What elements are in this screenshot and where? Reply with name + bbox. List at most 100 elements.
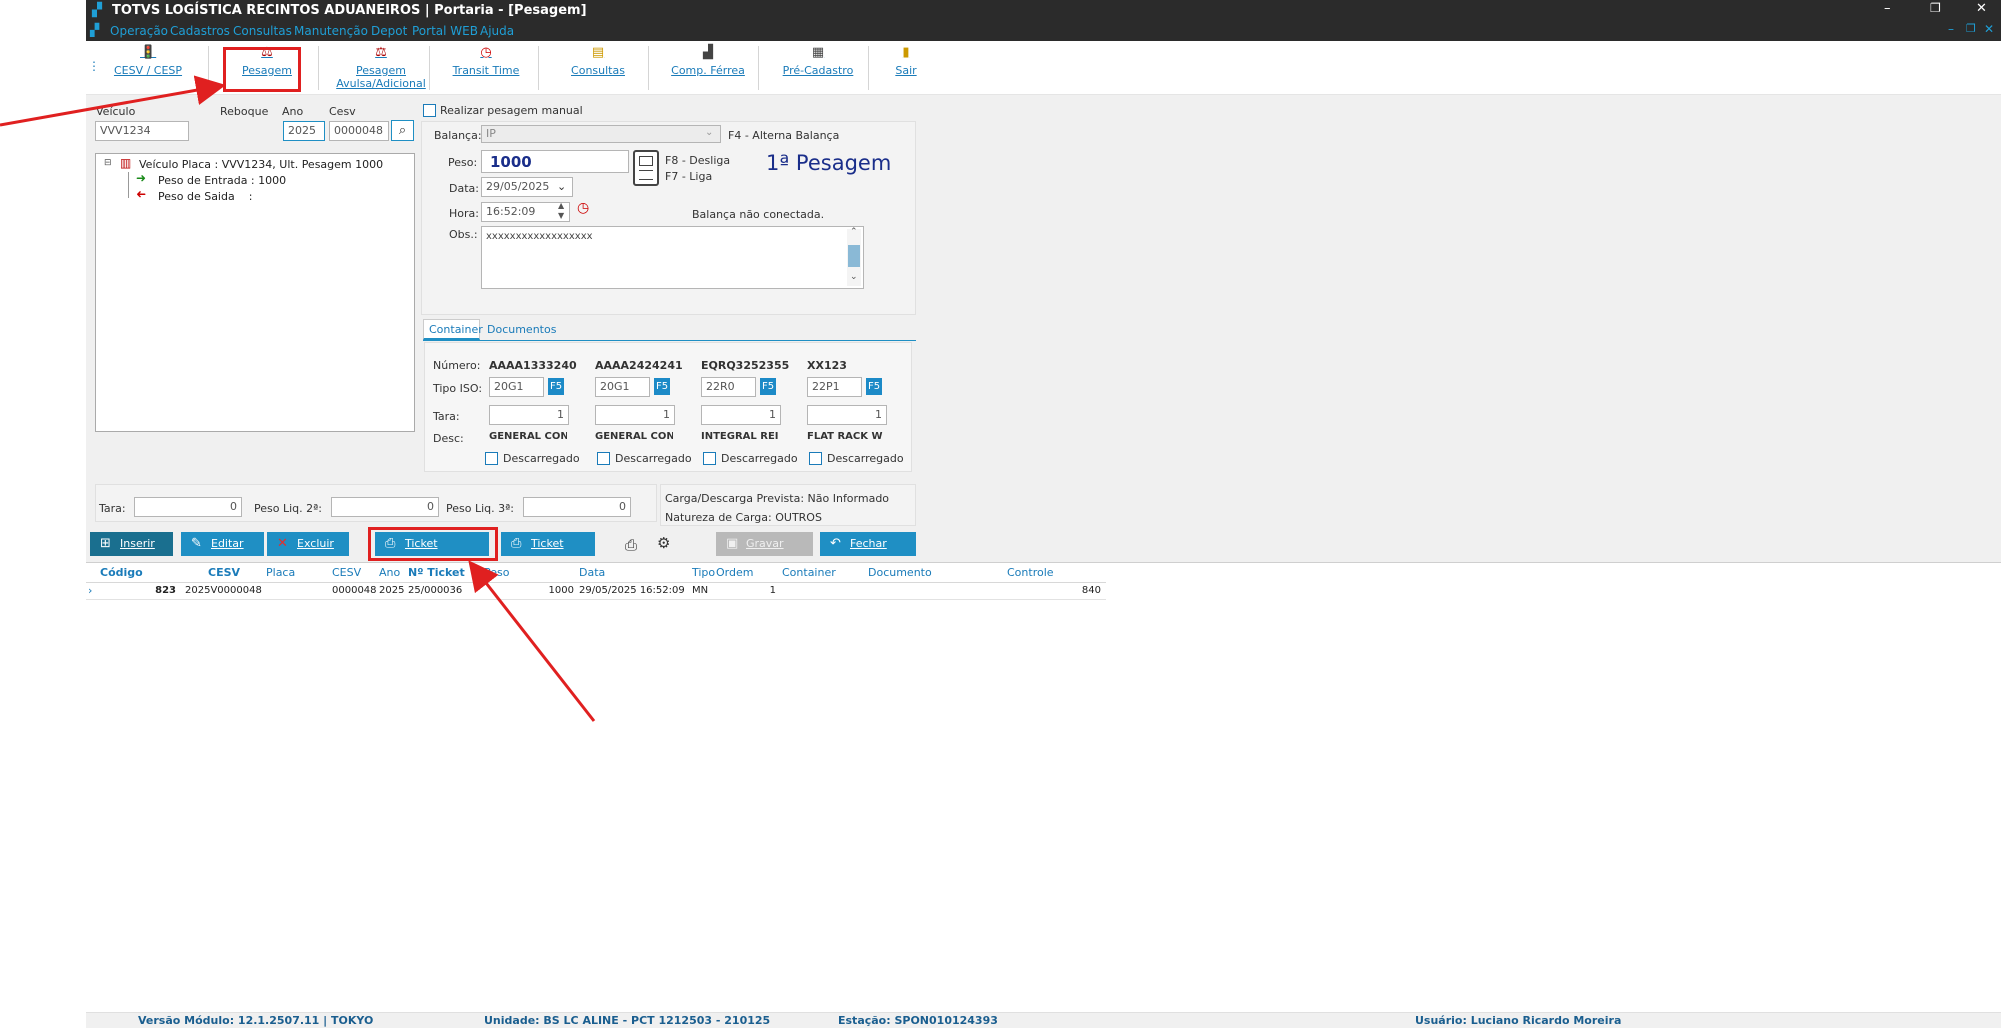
veiculo-label: Veículo (96, 105, 136, 118)
col-ordem[interactable]: Ordem (716, 566, 753, 581)
close-button[interactable]: ✕ (1976, 1, 1987, 16)
container-tara-input[interactable]: 1 (807, 405, 887, 425)
main-toolbar: ⋮ 🚦 CESV / CESP ⚖ Pesagem ⚖ Pesagem Avul… (86, 41, 2001, 95)
descarregado-checkbox[interactable] (597, 452, 610, 465)
desc-label: Desc: (433, 432, 464, 445)
cesv-button[interactable]: 🚦 CESV / CESP (100, 45, 196, 77)
editar-button[interactable]: ✎ Editar (181, 532, 264, 556)
menu-operacao[interactable]: Operação (110, 24, 168, 38)
f5-lookup-button[interactable]: F5 (866, 378, 882, 395)
container-tara-input[interactable]: 1 (489, 405, 569, 425)
f5-lookup-button[interactable]: F5 (760, 378, 776, 395)
balanca-select[interactable]: IP (481, 125, 721, 143)
cell-data: 29/05/2025 16:52:09 (579, 585, 685, 596)
tab-documentos[interactable]: Documentos (483, 319, 556, 340)
sair-button[interactable]: ▮ Sair (876, 45, 936, 77)
container-numero: AAAA1333240 (489, 359, 577, 372)
peso-liq2-input[interactable]: 0 (331, 497, 439, 517)
tara-total-input[interactable]: 0 (134, 497, 242, 517)
obs-scrollbar[interactable]: ⌃ ⌄ (847, 227, 861, 286)
spin-down-icon[interactable]: ▼ (558, 211, 564, 220)
comp-ferrea-button[interactable]: ▟ Comp. Férrea (656, 45, 760, 77)
col-controle[interactable]: Controle (1007, 566, 1054, 581)
hora-input[interactable]: 16:52:09 (481, 202, 570, 222)
tab-container[interactable]: Container (423, 319, 483, 340)
col-peso[interactable]: Peso (484, 566, 509, 581)
f8-hint: F8 - Desliga (665, 154, 731, 167)
hora-label: Hora: (449, 207, 479, 220)
consultas-button[interactable]: ▤ Consultas (546, 45, 650, 77)
inserir-button[interactable]: ⊞ Inserir (90, 532, 173, 556)
tree-peso-entrada[interactable]: Peso de Entrada : 1000 (158, 174, 286, 187)
container-numero: EQRQ3252355 (701, 359, 790, 372)
ticket-cesv-button[interactable]: ⎙ Ticket CESV (501, 532, 595, 574)
ano-input[interactable]: 2025 (283, 121, 325, 141)
col-cesv[interactable]: CESV (208, 566, 240, 581)
clock-icon[interactable]: ◷ (577, 200, 589, 216)
menu-ajuda[interactable]: Ajuda (480, 24, 514, 38)
descarregado-checkbox[interactable] (809, 452, 822, 465)
cesv-input[interactable]: 0000048 (329, 121, 389, 141)
container-tipo-input[interactable]: 22P1 (807, 377, 862, 397)
veiculo-input[interactable]: VVV1234 (95, 121, 189, 141)
tara-label: Tara: (433, 410, 460, 423)
tab-underline (423, 340, 916, 341)
grid-top-border (86, 562, 2001, 563)
peso-liq3-input[interactable]: 0 (523, 497, 631, 517)
manual-weighing-checkbox[interactable] (423, 104, 436, 117)
mdi-restore-button[interactable]: ❐ (1966, 22, 1976, 35)
container-tipo-input[interactable]: 22R0 (701, 377, 756, 397)
menu-cadastros[interactable]: Cadastros (170, 24, 230, 38)
chevron-down-icon[interactable]: ⌄ (557, 180, 566, 193)
toolbar-separator (758, 46, 759, 90)
f5-lookup-button[interactable]: F5 (654, 378, 670, 395)
col-placa[interactable]: Placa (266, 566, 295, 581)
col-documento[interactable]: Documento (868, 566, 932, 581)
menu-consultas[interactable]: Consultas (233, 24, 292, 38)
transit-time-button[interactable]: ◷ Transit Time (436, 45, 536, 77)
vehicle-tree[interactable]: ⊟ ▥ Veículo Placa : VVV1234, Ult. Pesage… (95, 153, 415, 432)
peso-input[interactable]: 1000 (481, 150, 629, 173)
mdi-minimize-button[interactable]: – (1948, 22, 1954, 36)
container-tipo-input[interactable]: 20G1 (489, 377, 544, 397)
fechar-button[interactable]: ↶ Fechar (820, 532, 916, 556)
col-codigo[interactable]: Código (100, 566, 143, 581)
excluir-button[interactable]: ✕ Excluir (267, 532, 349, 556)
scale-device-icon[interactable] (633, 150, 659, 186)
obs-textarea[interactable]: xxxxxxxxxxxxxxxxxx ⌃ ⌄ (481, 226, 864, 289)
settings-icon[interactable]: ⚙ (657, 534, 670, 552)
print-icon[interactable]: ⎙ (625, 536, 637, 554)
descarregado-checkbox[interactable] (485, 452, 498, 465)
container-tipo-input[interactable]: 20G1 (595, 377, 650, 397)
menu-depot[interactable]: Depot (371, 24, 407, 38)
manual-weighing-label: Realizar pesagem manual (440, 104, 583, 117)
tree-peso-saida[interactable]: Peso de Saida : (158, 190, 252, 203)
search-button[interactable]: ⌕ (391, 120, 414, 141)
restore-button[interactable]: ❐ (1930, 1, 1941, 15)
col-ticket[interactable]: Nº Ticket (408, 566, 465, 581)
col-tipo[interactable]: Tipo (692, 566, 715, 581)
pre-cadastro-button[interactable]: ▦ Pré-Cadastro (766, 45, 870, 77)
tree-root[interactable]: Veículo Placa : VVV1234, Ult. Pesagem 10… (139, 158, 383, 171)
pesagem-avulsa-button[interactable]: ⚖ Pesagem Avulsa/Adicional (326, 45, 436, 90)
spin-up-icon[interactable]: ▲ (558, 201, 564, 210)
col-container[interactable]: Container (782, 566, 836, 581)
f5-lookup-button[interactable]: F5 (548, 378, 564, 395)
minimize-button[interactable]: – (1884, 1, 1891, 16)
col-data[interactable]: Data (579, 566, 605, 581)
col-ano[interactable]: Ano (379, 566, 400, 581)
col-cesv-num[interactable]: CESV (332, 566, 361, 581)
tree-collapse-icon[interactable]: ⊟ (104, 158, 112, 168)
menu-manutencao[interactable]: Manutenção (294, 24, 368, 38)
mdi-close-button[interactable]: ✕ (1984, 22, 1994, 36)
container-tara-input[interactable]: 1 (701, 405, 781, 425)
menu-logo-icon: ▞ (90, 23, 100, 37)
descarregado-checkbox[interactable] (703, 452, 716, 465)
menu-portal-web[interactable]: Portal WEB (412, 24, 478, 38)
cell-cesv-num: 0000048 (332, 585, 377, 596)
toolbar-separator (648, 46, 649, 90)
descarregado-label: Descarregado (503, 452, 580, 465)
title-bar: ▞ TOTVS LOGÍSTICA RECINTOS ADUANEIROS | … (86, 0, 2001, 21)
gravar-button[interactable]: ▣ Gravar (716, 532, 813, 556)
container-tara-input[interactable]: 1 (595, 405, 675, 425)
